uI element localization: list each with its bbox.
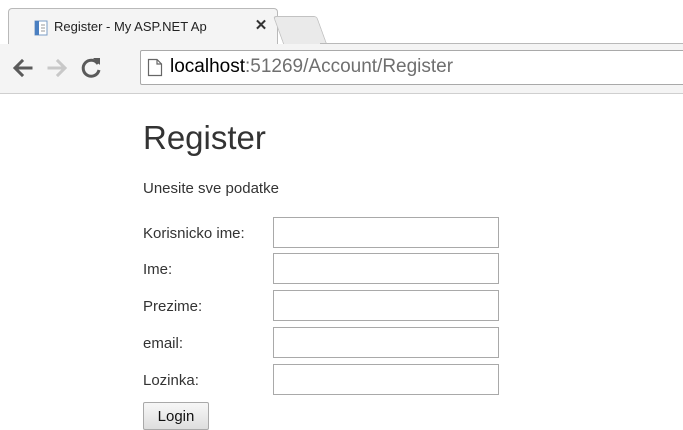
reload-icon[interactable] <box>78 55 104 81</box>
url-host: localhost <box>170 56 245 77</box>
new-tab-button[interactable] <box>272 16 328 44</box>
arrow-left-icon[interactable] <box>10 55 36 81</box>
login-button[interactable]: Login <box>143 402 209 430</box>
lozinka-label: Lozinka: <box>143 372 199 389</box>
korisnicko-ime-label: Korisnicko ime: <box>143 225 245 242</box>
korisnicko-ime-input[interactable] <box>273 217 499 248</box>
prezime-input[interactable] <box>273 290 499 321</box>
tab-title-fade <box>216 17 244 37</box>
lozinka-input[interactable] <box>273 364 499 395</box>
url-path: :51269/Account/Register <box>245 56 454 77</box>
page-title: Register <box>143 119 266 156</box>
ime-label: Ime: <box>143 261 173 278</box>
browser-toolbar: localhost:51269/Account/Register <box>0 44 683 94</box>
email-input[interactable] <box>273 327 499 358</box>
tab-strip: Register - My ASP.NET Ap ✕ <box>0 0 683 45</box>
close-tab-icon[interactable]: ✕ <box>252 17 270 35</box>
arrow-right-icon[interactable] <box>44 55 70 81</box>
prezime-label: Prezime: <box>143 298 203 315</box>
address-bar[interactable]: localhost:51269/Account/Register <box>140 50 683 85</box>
page-subtitle: Unesite sve podatke <box>143 180 279 197</box>
ime-input[interactable] <box>273 253 499 284</box>
email-label: email: <box>143 335 184 352</box>
page-icon <box>147 58 163 77</box>
document-favicon-icon <box>34 20 48 36</box>
url-text: localhost:51269/Account/Register <box>170 56 453 78</box>
